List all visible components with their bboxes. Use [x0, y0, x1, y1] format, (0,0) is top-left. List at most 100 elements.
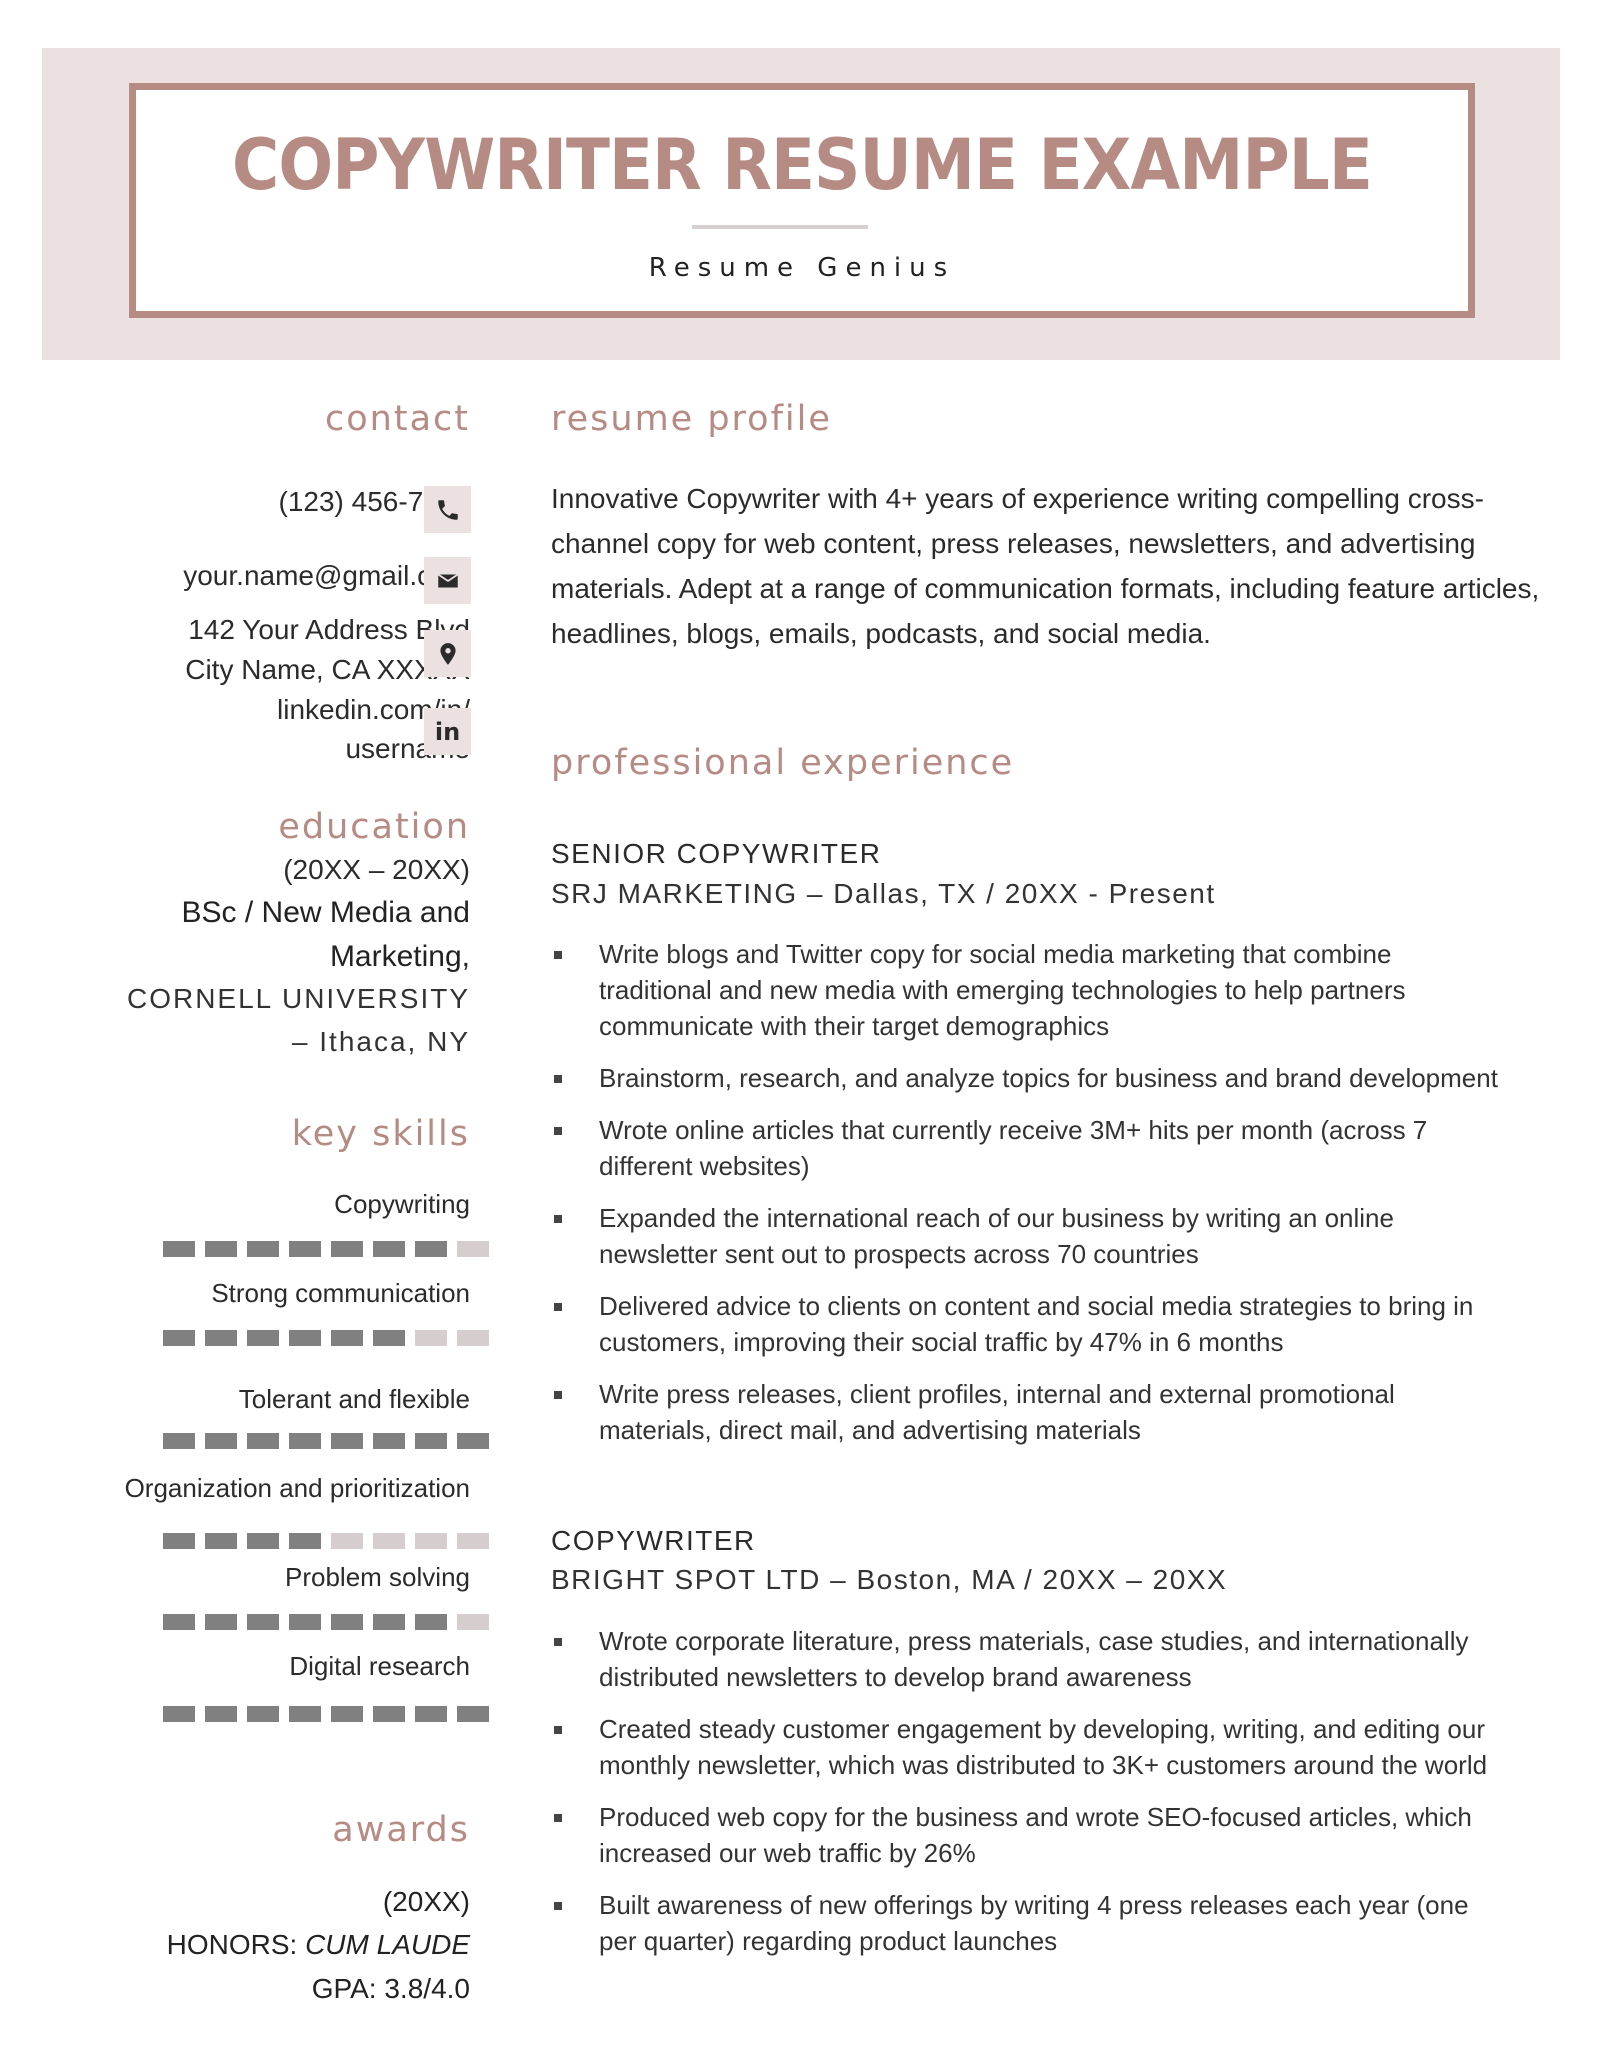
square-bullet-icon — [554, 1814, 562, 1822]
title-box: COPYWRITER RESUME EXAMPLE Resume Genius — [129, 83, 1475, 318]
location-pin-icon — [424, 630, 471, 677]
job-bullets: Wrote corporate literature, press materi… — [551, 1623, 1511, 1975]
linkedin-glyph: in — [434, 717, 461, 746]
skill-segment-filled — [289, 1706, 321, 1722]
award-honors-label: HONORS: — [166, 1929, 306, 1960]
bullet-text: Brainstorm, research, and analyze topics… — [599, 1063, 1498, 1093]
skill-segment-filled — [331, 1706, 363, 1722]
bullet-text: Wrote online articles that currently rec… — [599, 1115, 1428, 1181]
skill-segment-filled — [373, 1330, 405, 1346]
skill-segment-filled — [373, 1614, 405, 1630]
education-location: – Ithaca, NY — [291, 1026, 470, 1057]
profile-heading: resume profile — [551, 399, 832, 439]
bullet-item: Wrote corporate literature, press materi… — [551, 1623, 1511, 1695]
bullet-item: Wrote online articles that currently rec… — [551, 1112, 1511, 1184]
job-meta: SRJ MARKETING – Dallas, TX / 20XX - Pres… — [551, 878, 1216, 909]
skill-segment-filled — [373, 1241, 405, 1257]
skill-segment-filled — [247, 1433, 279, 1449]
skill-segment-filled — [289, 1241, 321, 1257]
bullet-item: Write press releases, client profiles, i… — [551, 1376, 1511, 1448]
education-degree-line1: BSc / New Media and — [181, 896, 470, 929]
skill-segment-filled — [289, 1433, 321, 1449]
bullet-text: Built awareness of new offerings by writ… — [599, 1890, 1469, 1956]
skill-segment-empty — [415, 1533, 447, 1549]
skill-segment-filled — [373, 1433, 405, 1449]
education-degree-line2: Marketing, — [329, 940, 470, 973]
award-honors-value: CUM LAUDE — [305, 1929, 470, 1960]
email-icon — [424, 557, 471, 604]
skill-segment-filled — [163, 1330, 195, 1346]
awards-heading: awards — [332, 1810, 470, 1850]
skill-segment-filled — [163, 1241, 195, 1257]
header-band: COPYWRITER RESUME EXAMPLE Resume Genius — [42, 48, 1560, 360]
skill-segment-filled — [289, 1533, 321, 1549]
skill-segment-empty — [373, 1533, 405, 1549]
job-meta: BRIGHT SPOT LTD – Boston, MA / 20XX – 20… — [551, 1564, 1228, 1595]
skill-segment-filled — [373, 1706, 405, 1722]
skill-segment-filled — [415, 1433, 447, 1449]
job-title: SENIOR COPYWRITER — [551, 838, 882, 869]
bullet-item: Write blogs and Twitter copy for social … — [551, 936, 1511, 1044]
skill-segment-filled — [289, 1614, 321, 1630]
skill-segment-filled — [205, 1433, 237, 1449]
bullet-item: Expanded the international reach of our … — [551, 1200, 1511, 1272]
skill-segment-filled — [331, 1614, 363, 1630]
skill-segment-filled — [247, 1241, 279, 1257]
title-divider — [692, 225, 868, 229]
award-gpa: GPA: 3.8/4.0 — [311, 1973, 470, 2004]
skill-segment-filled — [205, 1533, 237, 1549]
skill-label: Tolerant and flexible — [238, 1384, 470, 1414]
contact-heading: contact — [325, 399, 470, 439]
bullet-item: Delivered advice to clients on content a… — [551, 1288, 1511, 1360]
phone-icon — [424, 486, 471, 533]
skill-segment-filled — [457, 1706, 489, 1722]
skill-segment-filled — [415, 1614, 447, 1630]
square-bullet-icon — [554, 1215, 562, 1223]
skill-segment-filled — [205, 1614, 237, 1630]
job-bullets: Write blogs and Twitter copy for social … — [551, 936, 1511, 1464]
skill-segment-filled — [205, 1241, 237, 1257]
bullet-text: Write blogs and Twitter copy for social … — [599, 939, 1406, 1041]
skill-label: Copywriting — [334, 1189, 470, 1219]
bullet-text: Delivered advice to clients on content a… — [599, 1291, 1474, 1357]
bullet-item: Produced web copy for the business and w… — [551, 1799, 1511, 1871]
bullet-text: Wrote corporate literature, press materi… — [599, 1626, 1469, 1692]
skill-bar — [163, 1533, 489, 1549]
bullet-text: Write press releases, client profiles, i… — [599, 1379, 1395, 1445]
education-heading: education — [278, 807, 470, 847]
skill-segment-empty — [457, 1533, 489, 1549]
skill-segment-empty — [331, 1533, 363, 1549]
skill-segment-empty — [457, 1614, 489, 1630]
skill-segment-filled — [163, 1706, 195, 1722]
skill-segment-filled — [457, 1433, 489, 1449]
square-bullet-icon — [554, 1303, 562, 1311]
skill-segment-filled — [247, 1533, 279, 1549]
bullet-text: Expanded the international reach of our … — [599, 1203, 1394, 1269]
skill-segment-filled — [163, 1614, 195, 1630]
skill-segment-filled — [247, 1330, 279, 1346]
award-honors: HONORS: CUM LAUDE — [167, 1923, 470, 1967]
skill-bar — [163, 1614, 489, 1630]
bullet-text: Produced web copy for the business and w… — [599, 1802, 1472, 1868]
skill-label: Organization and prioritization — [124, 1473, 470, 1503]
skill-segment-filled — [331, 1241, 363, 1257]
skill-bar — [163, 1241, 489, 1257]
square-bullet-icon — [554, 951, 562, 959]
skill-segment-filled — [247, 1614, 279, 1630]
page-title: COPYWRITER RESUME EXAMPLE — [232, 124, 1373, 206]
bullet-text: Created steady customer engagement by de… — [599, 1714, 1488, 1780]
bullet-item: Built awareness of new offerings by writ… — [551, 1887, 1511, 1959]
education-dates: (20XX – 20XX) — [283, 854, 470, 885]
square-bullet-icon — [554, 1127, 562, 1135]
skill-segment-filled — [331, 1433, 363, 1449]
linkedin-icon: in — [424, 708, 471, 755]
profile-summary: Innovative Copywriter with 4+ years of e… — [551, 483, 1540, 649]
skill-label: Digital research — [289, 1651, 470, 1681]
skill-segment-empty — [415, 1330, 447, 1346]
skill-segment-filled — [163, 1433, 195, 1449]
skill-segment-filled — [415, 1241, 447, 1257]
skill-label: Strong communication — [211, 1278, 470, 1308]
skills-heading: key skills — [291, 1114, 470, 1154]
bullet-item: Brainstorm, research, and analyze topics… — [551, 1060, 1511, 1096]
brand-subtitle: Resume Genius — [648, 253, 956, 283]
